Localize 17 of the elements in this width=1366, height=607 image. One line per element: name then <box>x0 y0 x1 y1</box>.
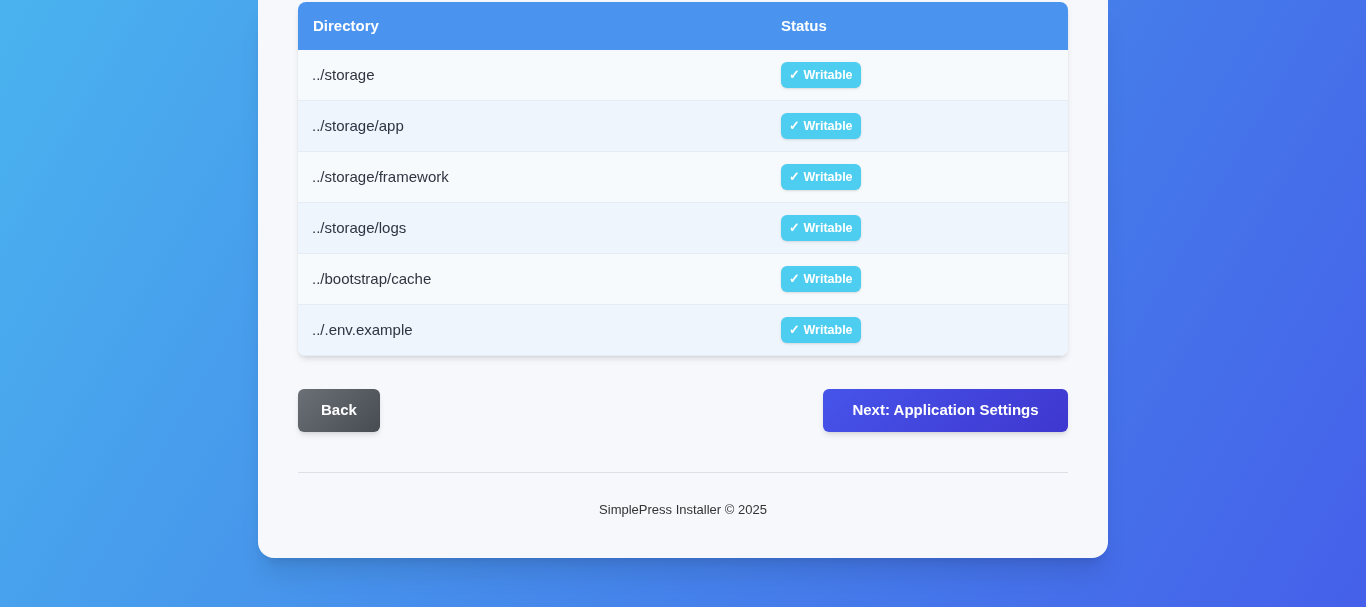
table-cell-text: ../storage/logs <box>311 217 408 238</box>
next-button[interactable]: Next: Application Settings <box>823 389 1068 432</box>
table-cell-text: ../storage/framework <box>311 166 450 187</box>
status-badge: ✓ Writable <box>781 265 861 293</box>
status-badge: ✓ Writable <box>781 112 861 140</box>
table-cell-text: ../.env.example <box>311 319 414 340</box>
status-badge: ✓ Writable <box>781 316 861 344</box>
column-header: Directory <box>312 15 380 36</box>
status-badge: ✓ Writable <box>781 61 861 89</box>
table-cell-text: ../storage <box>311 64 376 85</box>
back-button[interactable]: Back <box>298 389 380 432</box>
status-badge: ✓ Writable <box>781 163 861 191</box>
column-header: Status <box>781 15 827 36</box>
status-badge: ✓ Writable <box>781 214 861 242</box>
table-cell-text: ../bootstrap/cache <box>311 268 433 289</box>
footer-text: SimplePress Installer © 2025 <box>599 501 767 519</box>
table-cell-text: ../storage/app <box>311 115 405 136</box>
